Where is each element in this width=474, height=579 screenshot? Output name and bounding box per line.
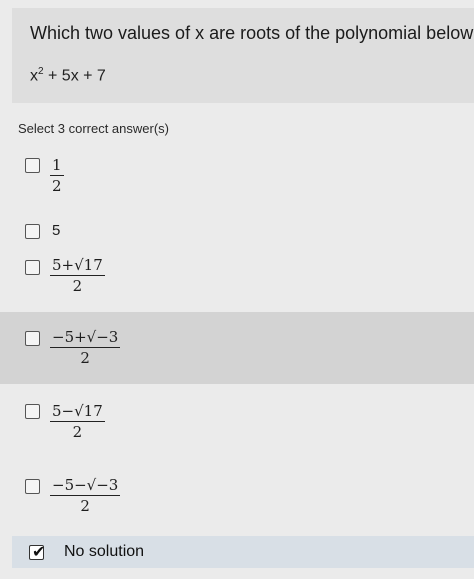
fraction-numerator: −5+√−3	[50, 328, 121, 348]
checkbox[interactable]	[25, 331, 40, 346]
fraction-numerator: 5+√17	[50, 256, 105, 276]
option-label: No solution	[64, 543, 145, 560]
fraction-numerator: −5−√−3	[50, 476, 121, 496]
checkbox[interactable]	[25, 479, 40, 494]
checkbox[interactable]	[25, 260, 40, 275]
polynomial-expression: x2 + 5x + 7	[30, 66, 106, 85]
option-label: 5	[52, 222, 61, 239]
checkbox[interactable]	[25, 158, 40, 173]
expression-base: x	[30, 67, 38, 85]
fraction: −5+√−3 2	[50, 328, 121, 367]
fraction: 1 2	[50, 156, 64, 195]
fraction-denominator: 2	[80, 497, 90, 515]
fraction-numerator: 5−√17	[50, 402, 105, 422]
fraction: 5+√17 2	[50, 256, 105, 295]
option-five[interactable]: 5	[0, 218, 474, 246]
option-5-minus-root17[interactable]: 5−√17 2	[0, 398, 474, 450]
checkbox[interactable]	[25, 404, 40, 419]
expression-rest: + 5x + 7	[43, 67, 106, 85]
fraction-denominator: 2	[72, 277, 83, 295]
fraction-numerator: 1	[50, 156, 64, 176]
option-5-plus-root17[interactable]: 5+√17 2	[0, 252, 474, 304]
fraction-denominator: 2	[72, 423, 83, 441]
checkbox-checked[interactable]: ✔	[29, 542, 46, 561]
question-text: Which two values of x are roots of the p…	[30, 23, 474, 43]
fraction-denominator: 2	[52, 177, 62, 195]
option-one-half[interactable]: 1 2	[0, 150, 474, 200]
fraction-denominator: 2	[80, 349, 90, 367]
question-panel: Which two values of x are roots of the p…	[12, 8, 474, 103]
fraction: −5−√−3 2	[50, 476, 121, 515]
option-no-solution[interactable]: ✔ No solution	[12, 536, 474, 568]
checkmark-icon: ✔	[32, 542, 46, 561]
option-neg5-minus-root-neg3[interactable]: −5−√−3 2	[0, 470, 474, 522]
option-neg5-plus-root-neg3[interactable]: −5+√−3 2	[0, 312, 474, 384]
instructions: Select 3 correct answer(s)	[18, 121, 169, 136]
checkbox[interactable]	[25, 224, 40, 239]
fraction: 5−√17 2	[50, 402, 105, 441]
